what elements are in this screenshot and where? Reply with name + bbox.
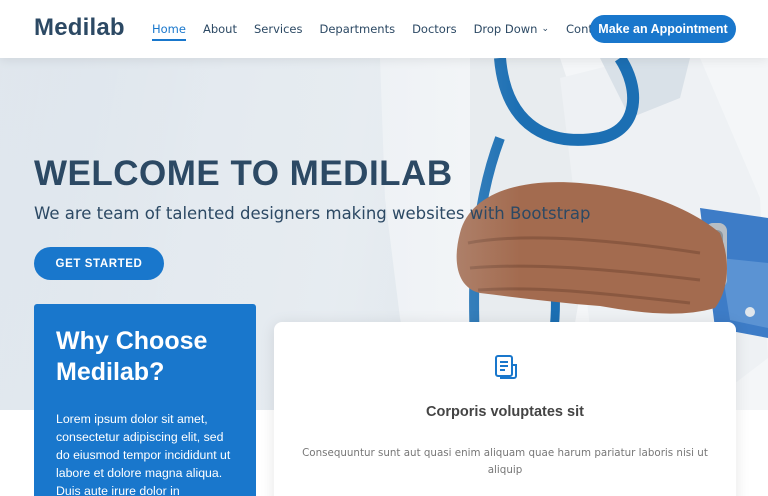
card-title: Corporis voluptates sit (426, 404, 584, 420)
nav-departments[interactable]: Departments (319, 0, 395, 58)
get-started-button[interactable]: GET STARTED (34, 247, 164, 280)
nav-services[interactable]: Services (254, 0, 303, 58)
card-text: Consequuntur sunt aut quasi enim aliquam… (302, 447, 708, 476)
site-header: Medilab Home About Services Departments … (0, 0, 768, 58)
nav-about[interactable]: About (203, 0, 237, 58)
why-choose-title: Why Choose Medilab? (56, 327, 208, 386)
document-list-icon (495, 355, 517, 379)
hero-title: WELCOME TO MEDILAB (34, 154, 453, 193)
nav-doctors[interactable]: Doctors (412, 0, 456, 58)
why-choose-box: Why Choose Medilab? Lorem ipsum dolor si… (34, 304, 256, 496)
feature-card: Corporis voluptates sit Consequuntur sun… (274, 322, 736, 496)
make-appointment-button[interactable]: Make an Appointment (590, 15, 736, 43)
why-choose-text: Lorem ipsum dolor sit amet, consectetur … (56, 412, 231, 496)
hero-subtitle: We are team of talented designers making… (34, 204, 591, 223)
site-logo[interactable]: Medilab (34, 14, 125, 42)
nav-dropdown[interactable]: Drop Down ⌄ (474, 0, 549, 58)
chevron-down-icon: ⌄ (541, 24, 550, 34)
main-nav: Home About Services Departments Doctors … (152, 0, 628, 58)
nav-home[interactable]: Home (152, 0, 186, 58)
nav-dropdown-label: Drop Down (473, 22, 538, 36)
